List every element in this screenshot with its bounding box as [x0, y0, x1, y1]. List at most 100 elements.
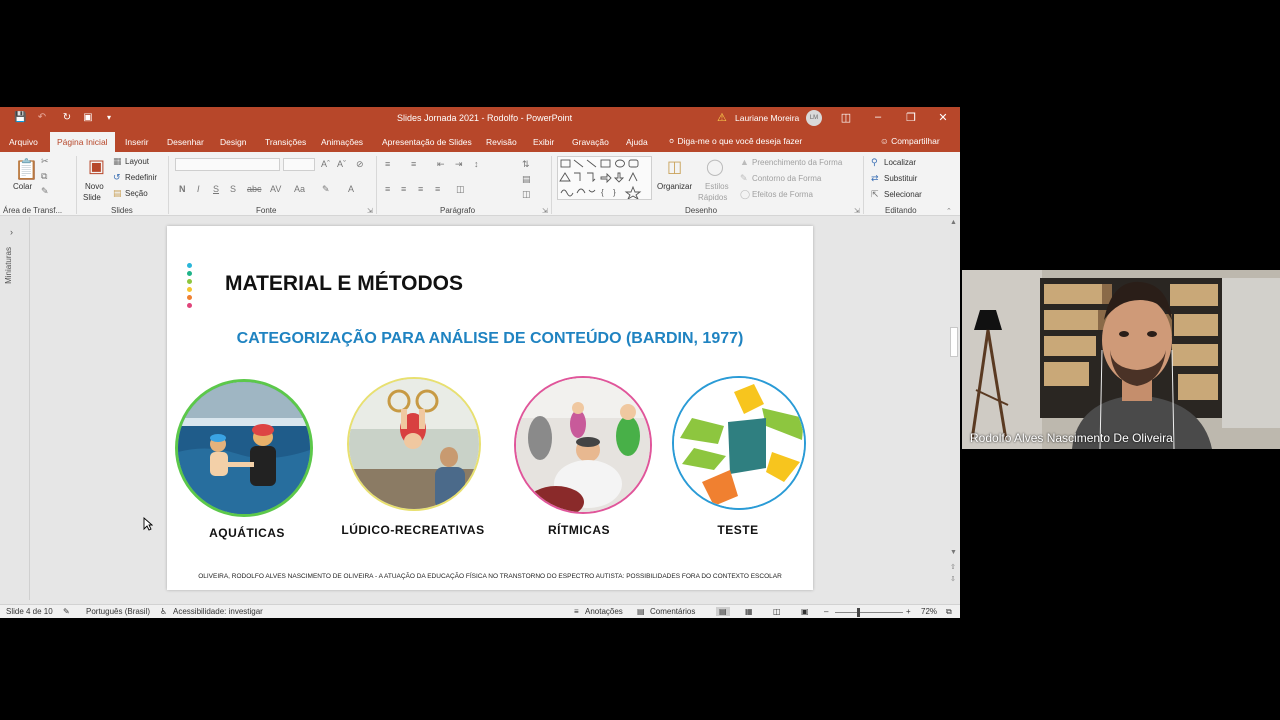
normal-view-icon[interactable]: ▤ — [716, 607, 730, 616]
category-aquaticas[interactable]: AQUÁTICAS — [175, 526, 319, 540]
clear-format-icon[interactable]: ⊘ — [356, 159, 364, 170]
text-direction-icon[interactable]: ⇅ — [522, 159, 530, 170]
zoom-slider-thumb[interactable] — [857, 608, 860, 617]
zoom-out-icon[interactable]: – — [824, 607, 828, 616]
zoom-level[interactable]: 72% — [921, 607, 937, 616]
scroll-up-icon[interactable]: ▲ — [950, 219, 957, 226]
zoom-slider[interactable] — [835, 612, 903, 613]
tab-exibir[interactable]: Exibir — [533, 137, 554, 147]
replace-button[interactable]: Substituir — [884, 174, 917, 183]
slide-subtitle[interactable]: CATEGORIZAÇÃO PARA ANÁLISE DE CONTEÚDO (… — [167, 330, 813, 348]
slide-sorter-icon[interactable]: ▦ — [745, 607, 753, 616]
section-button[interactable]: Seção — [125, 189, 148, 198]
start-slideshow-icon[interactable]: ▣ — [82, 112, 94, 124]
tab-transicoes[interactable]: Transições — [265, 137, 306, 147]
copy-icon[interactable]: ⧉ — [41, 171, 47, 182]
font-size-combo[interactable] — [283, 158, 315, 171]
find-button[interactable]: Localizar — [884, 158, 916, 167]
quick-styles-icon[interactable]: ◯ — [706, 157, 724, 177]
numbering-icon[interactable]: ≡ — [411, 159, 416, 169]
save-icon[interactable]: 💾 — [14, 112, 26, 124]
tell-me-box[interactable]: ⚪ Diga-me o que você deseja fazer — [668, 136, 802, 147]
customize-toolbar-icon[interactable]: ▾ — [103, 112, 115, 124]
share-button[interactable]: ☺ Compartilhar — [880, 136, 940, 146]
comments-button[interactable]: Comentários — [650, 607, 695, 616]
user-name[interactable]: Lauriane Moreira — [735, 113, 799, 123]
tab-gravacao[interactable]: Gravação — [572, 137, 609, 147]
thumbnails-label[interactable]: Miniaturas — [4, 247, 13, 284]
strikethrough-icon[interactable]: abc — [247, 184, 262, 194]
format-painter-icon[interactable]: ✎ — [41, 186, 49, 197]
new-slide-label-2[interactable]: Slide — [83, 193, 101, 202]
bullets-icon[interactable]: ≡ — [385, 159, 390, 169]
arrange-button[interactable]: Organizar — [657, 182, 692, 191]
select-button[interactable]: Selecionar — [884, 190, 922, 199]
cut-icon[interactable]: ✂ — [41, 156, 49, 167]
slide-canvas[interactable]: MATERIAL E MÉTODOS CATEGORIZAÇÃO PARA AN… — [167, 226, 813, 590]
char-spacing-icon[interactable]: AV — [270, 184, 281, 194]
category-ludico-recreativas[interactable]: LÚDICO-RECREATIVAS — [327, 523, 499, 537]
grow-font-icon[interactable]: Aˆ — [321, 159, 330, 169]
spelling-icon[interactable]: ✎ — [63, 607, 70, 616]
maximize-icon[interactable]: ❐ — [903, 111, 919, 124]
highlight-icon[interactable]: ✎ — [322, 184, 330, 195]
tab-desenhar[interactable]: Desenhar — [167, 137, 204, 147]
shape-outline-button[interactable]: Contorno da Forma — [752, 174, 821, 183]
category-ritmicas[interactable]: RÍTMICAS — [507, 523, 651, 537]
align-right-icon[interactable]: ≡ — [418, 184, 423, 194]
layout-button[interactable]: Layout — [125, 157, 149, 166]
bold-icon[interactable]: N — [179, 184, 186, 194]
shape-fill-button[interactable]: Preenchimento da Forma — [752, 158, 842, 167]
quick-styles-label-2[interactable]: Rápidos — [698, 193, 727, 202]
tab-design[interactable]: Design — [220, 137, 246, 147]
slide-footer[interactable]: OLIVEIRA, RODOLFO ALVES NASCIMENTO DE OL… — [167, 573, 813, 580]
slideshow-view-icon[interactable]: ▣ — [801, 607, 809, 616]
tab-apresentacao[interactable]: Apresentação de Slides — [382, 137, 472, 147]
scroll-down-icon[interactable]: ▼ — [950, 549, 957, 556]
fit-slide-icon[interactable]: ⧉ — [946, 607, 952, 617]
quick-styles-label-1[interactable]: Estilos — [705, 182, 729, 191]
previous-slide-icon[interactable]: ⇧ — [950, 563, 956, 571]
notes-button[interactable]: Anotações — [585, 607, 623, 616]
minimize-icon[interactable]: – — [870, 111, 886, 123]
font-color-icon[interactable]: A — [348, 184, 354, 194]
undo-icon[interactable]: ↶ — [36, 112, 48, 124]
justify-icon[interactable]: ≡ — [435, 184, 440, 194]
align-center-icon[interactable]: ≡ — [401, 184, 406, 194]
test-logo[interactable] — [672, 376, 806, 510]
next-slide-icon[interactable]: ⇩ — [950, 575, 956, 583]
close-icon[interactable]: ✕ — [935, 111, 951, 124]
tab-ajuda[interactable]: Ajuda — [626, 137, 648, 147]
language-status[interactable]: Português (Brasil) — [86, 607, 150, 616]
ribbon-display-icon[interactable]: ◫ — [838, 111, 854, 124]
scroll-thumb[interactable] — [950, 327, 958, 357]
italic-icon[interactable]: I — [197, 184, 200, 194]
shadow-icon[interactable]: S — [230, 184, 236, 194]
decrease-indent-icon[interactable]: ⇤ — [437, 159, 445, 170]
reset-button[interactable]: Redefinir — [125, 173, 157, 182]
rhythmic-photo[interactable] — [514, 376, 652, 514]
collapse-ribbon-icon[interactable]: ⌃ — [946, 207, 952, 215]
expand-thumbnails-icon[interactable]: › — [10, 227, 13, 237]
tab-pagina-inicial[interactable]: Página Inicial — [50, 132, 115, 152]
avatar[interactable]: LM — [806, 110, 822, 126]
underline-icon[interactable]: S — [213, 184, 219, 194]
new-slide-label-1[interactable]: Novo — [85, 182, 104, 191]
font-dialog-launcher-icon[interactable]: ⇲ — [367, 207, 373, 215]
shape-effects-button[interactable]: Efeitos de Forma — [752, 190, 813, 199]
align-left-icon[interactable]: ≡ — [385, 184, 390, 194]
paste-label[interactable]: Colar — [13, 182, 32, 191]
paste-icon[interactable]: 📋 — [14, 157, 39, 182]
new-slide-icon[interactable]: ▣ — [88, 156, 105, 177]
aquatic-photo[interactable] — [175, 379, 313, 517]
redo-icon[interactable]: ↻ — [61, 112, 73, 124]
slide-title[interactable]: MATERIAL E MÉTODOS — [225, 272, 463, 296]
arrange-icon[interactable]: ◫ — [667, 157, 682, 177]
tab-revisao[interactable]: Revisão — [486, 137, 517, 147]
smartart-icon[interactable]: ◫ — [522, 189, 531, 200]
change-case-icon[interactable]: Aa — [294, 184, 305, 194]
tab-arquivo[interactable]: Arquivo — [9, 137, 38, 147]
columns-icon[interactable]: ◫ — [456, 184, 465, 195]
reading-view-icon[interactable]: ◫ — [773, 607, 781, 616]
tab-inserir[interactable]: Inserir — [125, 137, 149, 147]
